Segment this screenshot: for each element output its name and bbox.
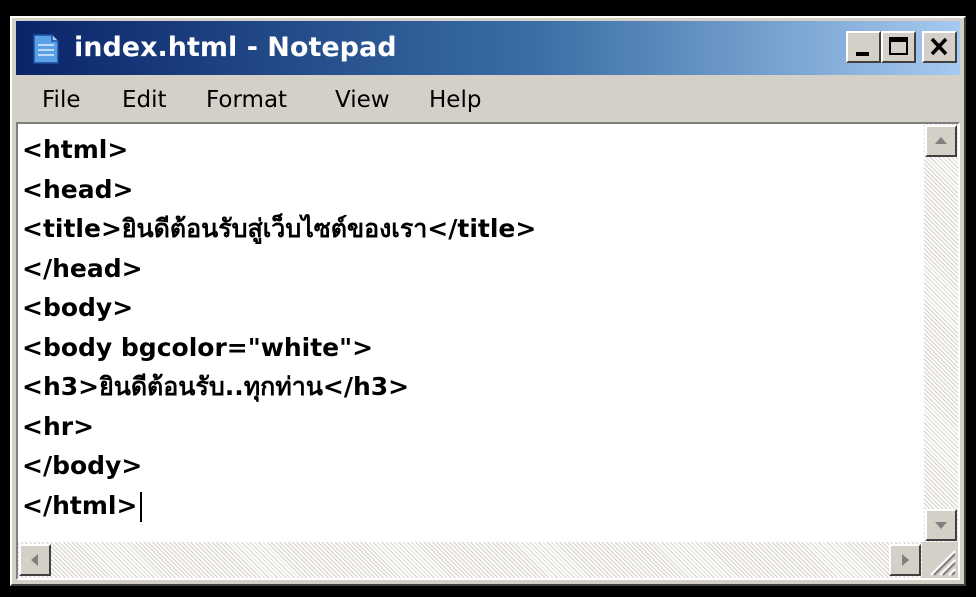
- code-line: <title>ยินดีต้อนรับสู่เว็บไซต์ของเรา</ti…: [22, 214, 537, 243]
- notepad-icon: [33, 34, 59, 64]
- resize-grip[interactable]: [922, 542, 958, 578]
- code-line: <hr>: [22, 411, 95, 441]
- minimize-button[interactable]: [846, 31, 881, 63]
- notepad-window: index.html - Notepad File Edit Format Vi…: [10, 16, 966, 586]
- window-title: index.html - Notepad: [74, 32, 397, 63]
- scroll-down-button[interactable]: [925, 509, 957, 541]
- resize-grip-icon: [930, 550, 956, 576]
- scroll-right-button[interactable]: [889, 544, 921, 576]
- title-bar[interactable]: index.html - Notepad: [16, 21, 960, 75]
- text-caret: [140, 491, 143, 522]
- code-line: </head>: [22, 253, 143, 283]
- arrow-down-icon: [935, 522, 947, 529]
- maximize-icon: [889, 37, 908, 55]
- code-line: <h3>ยินดีต้อนรับ..ทุกท่าน</h3>: [22, 372, 410, 401]
- code-line: </body>: [22, 451, 143, 480]
- maximize-button[interactable]: [881, 31, 916, 63]
- menu-format[interactable]: Format: [206, 84, 287, 116]
- editor-content[interactable]: <html> <head> <title>ยินดีต้อนรับสู่เว็บ…: [22, 130, 902, 540]
- menu-file[interactable]: File: [42, 84, 81, 116]
- code-line-text: </html>: [22, 490, 138, 520]
- menu-bar: File Edit Format View Help: [16, 78, 960, 122]
- horizontal-scrollbar[interactable]: [18, 542, 922, 578]
- vertical-scrollbar[interactable]: [924, 124, 958, 542]
- code-line: <body bgcolor="white">: [22, 332, 374, 362]
- scroll-up-button[interactable]: [925, 125, 957, 157]
- menu-view[interactable]: View: [335, 84, 390, 116]
- code-line: <body>: [22, 293, 134, 322]
- arrow-left-icon: [31, 554, 38, 566]
- code-line: <html>: [22, 135, 129, 164]
- text-editor[interactable]: <html> <head> <title>ยินดีต้อนรับสู่เว็บ…: [16, 122, 960, 580]
- menu-edit[interactable]: Edit: [122, 84, 167, 116]
- close-icon: [930, 37, 948, 56]
- minimize-icon: [856, 52, 869, 56]
- close-button[interactable]: [922, 31, 957, 63]
- code-line-last: </html>: [22, 486, 902, 526]
- code-line: <head>: [22, 174, 134, 204]
- arrow-right-icon: [902, 554, 909, 566]
- menu-help[interactable]: Help: [429, 84, 481, 116]
- scroll-left-button[interactable]: [19, 544, 51, 576]
- arrow-up-icon: [935, 137, 947, 144]
